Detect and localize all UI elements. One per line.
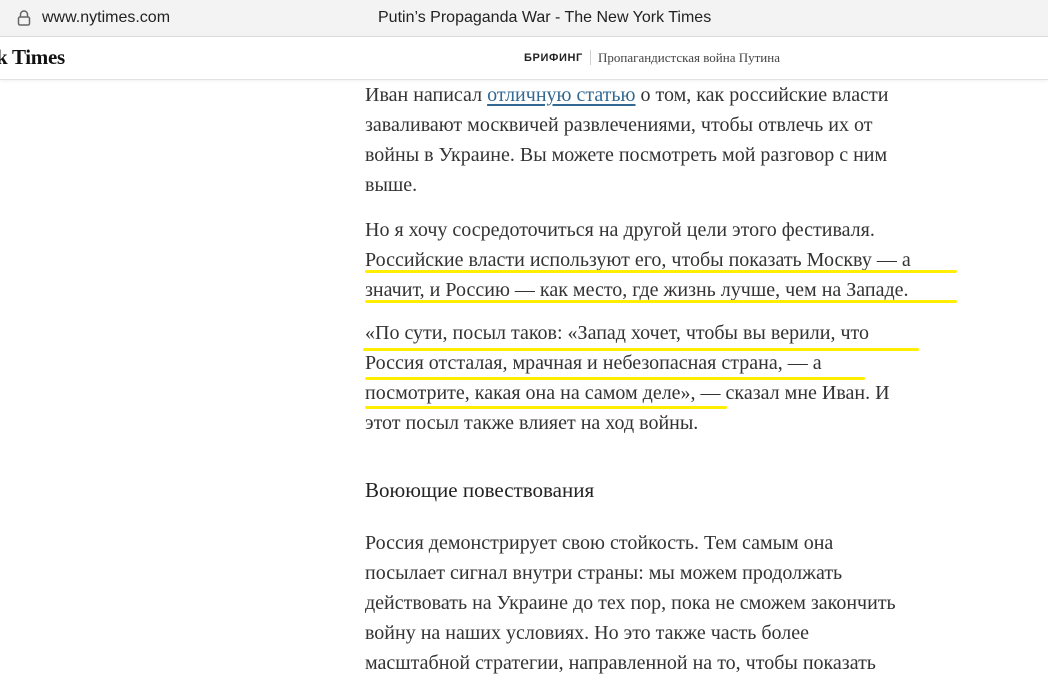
text-line: этот посыл также влияет на ход войны.: [365, 412, 699, 434]
paragraph-1: Иван написал отличную статью о том, как …: [365, 80, 965, 200]
text-line: посмотрите, какая она на самом деле», — …: [365, 382, 890, 404]
text-line: масштабной стратегии, направленной на то…: [365, 652, 876, 674]
text-line: действовать на Украине до тех пор, пока …: [365, 592, 896, 614]
section-label[interactable]: БРИФИНГ: [524, 51, 583, 65]
text-line: заваливают москвичей развлечениями, чтоб…: [365, 114, 873, 136]
browser-address-bar: www.nytimes.com Putin’s Propaganda War -…: [0, 0, 1048, 37]
text-line: войну на наших условиях. Но это также ча…: [365, 622, 810, 644]
highlight-underline: [365, 406, 727, 409]
text-line: войны в Украине. Вы можете посмотреть мо…: [365, 144, 888, 166]
paragraph-4: Россия демонстрирует свою стойкость. Тем…: [365, 528, 965, 674]
nyt-logo[interactable]: k Times: [0, 45, 65, 70]
text-line: выше.: [365, 174, 418, 196]
header-article-title: Пропагандистская война Путина: [598, 50, 780, 65]
site-header: k Times БРИФИНГ Пропагандистская война П…: [0, 37, 1048, 80]
highlight-underline: [365, 270, 957, 273]
highlight-underline: [363, 348, 919, 351]
section-subheading: Воюющие повествования: [365, 478, 595, 502]
url-text[interactable]: www.nytimes.com: [42, 8, 170, 28]
lock-icon: [17, 10, 31, 26]
text-line: Россия отсталая, мрачная и небезопасная …: [365, 352, 822, 374]
page-title: Putin’s Propaganda War - The New York Ti…: [378, 9, 712, 26]
text-line: посылает сигнал внутри страны: мы можем …: [365, 562, 843, 584]
highlight-underline: [365, 377, 865, 380]
highlight-underline: [365, 300, 957, 303]
text-line: Россия демонстрирует свою стойкость. Тем…: [365, 532, 834, 554]
header-divider: [590, 50, 591, 65]
text-line: Но я хочу сосредоточиться на другой цели…: [365, 219, 875, 241]
paragraph-2: Но я хочу сосредоточиться на другой цели…: [365, 215, 965, 305]
text: о том, как российские власти: [635, 84, 889, 106]
text-line: «По сути, посыл таков: «Запад хочет, что…: [365, 322, 869, 344]
text: Иван написал: [365, 84, 488, 106]
article-link[interactable]: отличную статью: [487, 84, 635, 106]
